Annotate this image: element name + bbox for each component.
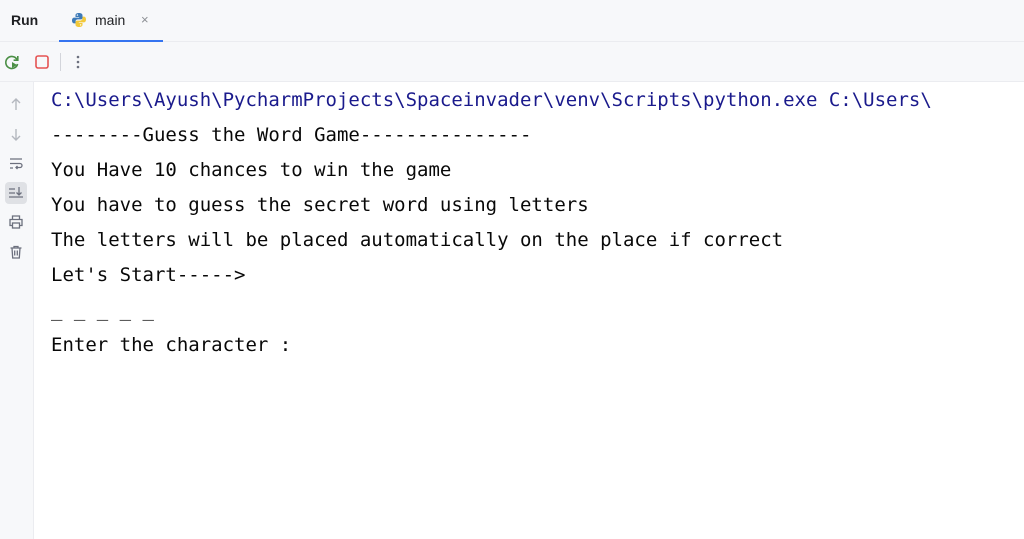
print-button[interactable] <box>5 211 27 233</box>
soft-wrap-icon <box>10 158 23 170</box>
rerun-icon <box>5 55 19 70</box>
console-command-line: C:\Users\Ayush\PycharmProjects\Spaceinva… <box>51 89 932 111</box>
tab-main-label: main <box>95 12 126 28</box>
trash-icon <box>10 245 22 259</box>
arrow-up-icon <box>11 98 21 110</box>
console-line: --------Guess the Word Game-------------… <box>51 124 532 146</box>
tab-main[interactable]: main × <box>59 0 163 42</box>
print-icon <box>9 215 23 229</box>
more-vertical-icon <box>76 55 80 69</box>
scroll-to-end-button[interactable] <box>5 182 27 204</box>
scroll-up-button[interactable] <box>5 93 27 115</box>
scroll-down-button[interactable] <box>5 124 27 146</box>
stop-icon <box>35 55 49 69</box>
python-icon <box>72 13 86 27</box>
clear-all-button[interactable] <box>5 241 27 263</box>
console-line: You have to guess the secret word using … <box>51 194 589 216</box>
console-output[interactable]: C:\Users\Ayush\PycharmProjects\Spaceinva… <box>34 82 1024 539</box>
run-tool-window-header: Run main × <box>0 0 1024 42</box>
soft-wrap-button[interactable] <box>5 153 27 175</box>
run-title: Run <box>11 12 39 28</box>
arrow-down-icon <box>11 129 21 141</box>
console-line: You Have 10 chances to win the game <box>51 159 452 181</box>
close-icon[interactable]: × <box>141 12 149 28</box>
console-line: The letters will be placed automatically… <box>51 229 784 251</box>
more-options-button[interactable] <box>68 52 88 72</box>
stop-button[interactable] <box>32 52 52 72</box>
rerun-button[interactable] <box>2 52 22 72</box>
console-side-toolbar <box>0 82 34 539</box>
toolbar-separator <box>60 53 61 71</box>
console-toolbar <box>0 42 1024 82</box>
console-line: Let's Start-----> <box>51 264 246 286</box>
console-line: _ _ _ _ _ <box>51 299 154 321</box>
console-input-prompt: Enter the character : <box>51 334 292 356</box>
scroll-to-end-icon <box>9 187 23 198</box>
